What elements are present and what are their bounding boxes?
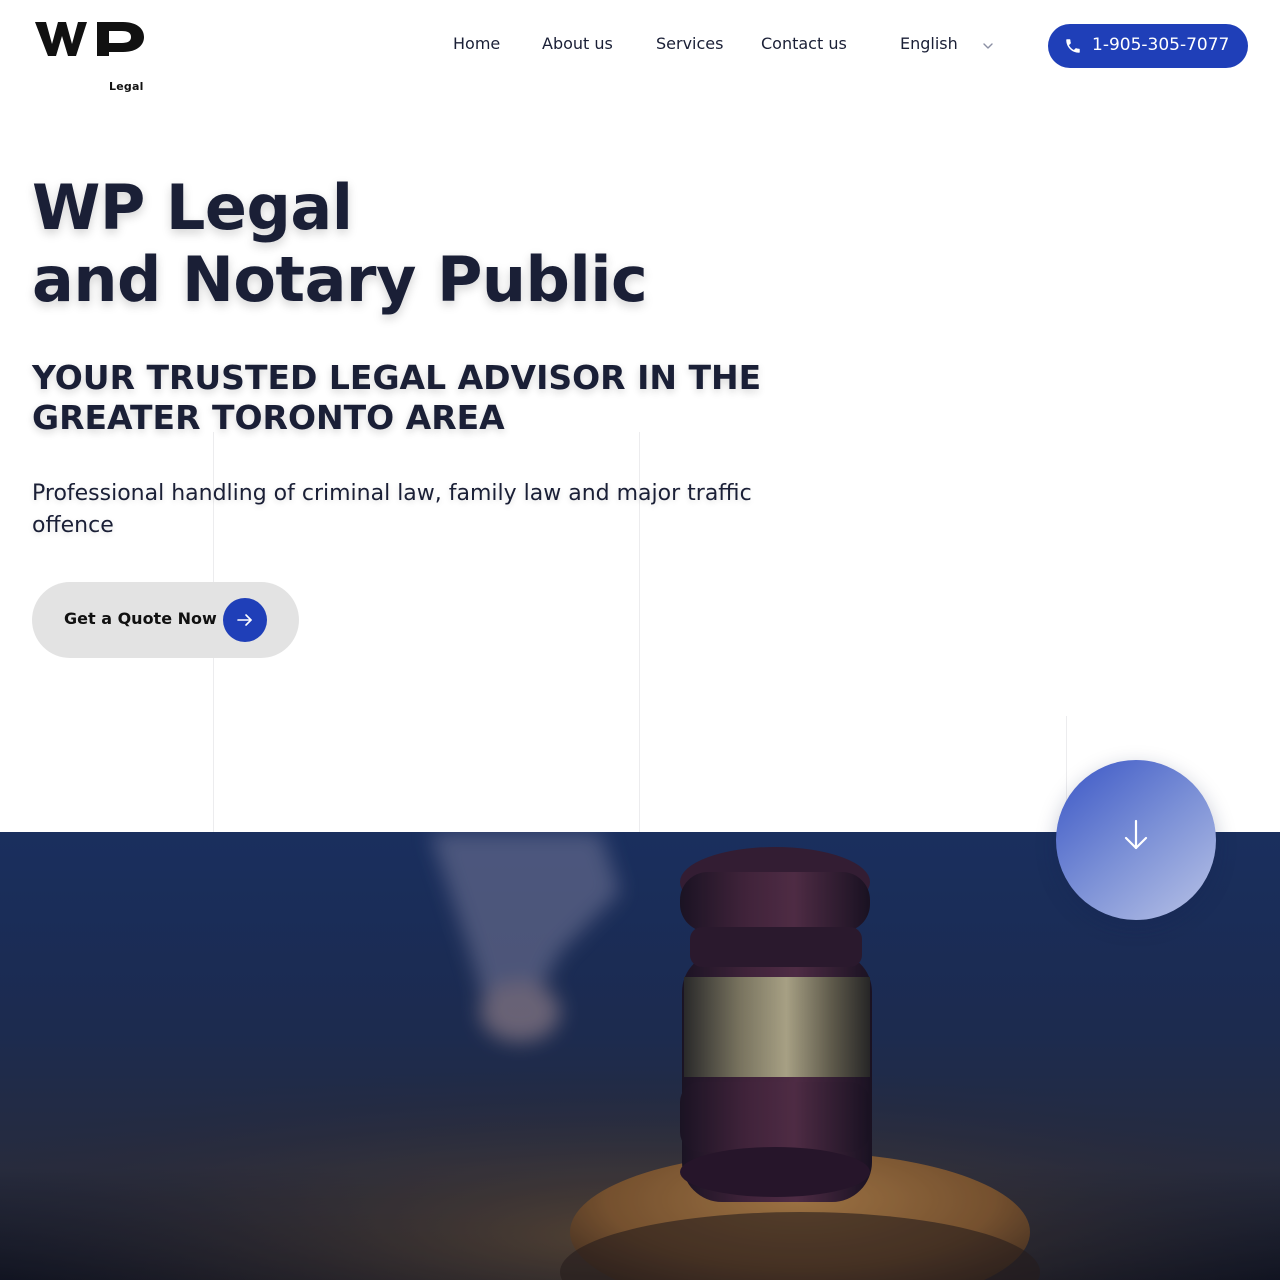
get-quote-label: Get a Quote Now: [64, 609, 217, 628]
logo-mark-icon: [35, 22, 144, 56]
language-selector[interactable]: English: [900, 34, 958, 53]
hero-title-line1: WP Legal: [32, 171, 353, 244]
chevron-down-icon[interactable]: [981, 39, 995, 53]
phone-number: 1-905-305-7077: [1092, 35, 1230, 55]
arrow-down-icon: [1124, 819, 1148, 850]
hero-description: Professional handling of criminal law, f…: [32, 481, 752, 538]
page: Legal Home About us Services Contact us …: [0, 0, 1280, 1280]
nav-services-link[interactable]: Services: [656, 34, 723, 53]
hero-title: WP Legal and Notary Public: [32, 172, 852, 316]
phone-button[interactable]: 1-905-305-7077: [1048, 24, 1248, 68]
nav-contact-link[interactable]: Contact us: [761, 34, 847, 53]
get-quote-button[interactable]: Get a Quote Now: [32, 582, 299, 658]
nav-about-link[interactable]: About us: [542, 34, 613, 53]
logo[interactable]: Legal: [35, 18, 147, 93]
hero-subtitle: YOUR TRUSTED LEGAL ADVISOR IN THE GREATE…: [32, 358, 762, 437]
phone-icon: [1066, 39, 1080, 53]
logo-text: Legal: [109, 80, 144, 93]
site-header: Legal Home About us Services Contact us …: [0, 0, 1280, 93]
hero-title-line2: and Notary Public: [32, 243, 648, 316]
scroll-down-button[interactable]: [1056, 760, 1216, 920]
arrow-right-icon: [223, 598, 267, 642]
nav-home-link[interactable]: Home: [453, 34, 500, 53]
